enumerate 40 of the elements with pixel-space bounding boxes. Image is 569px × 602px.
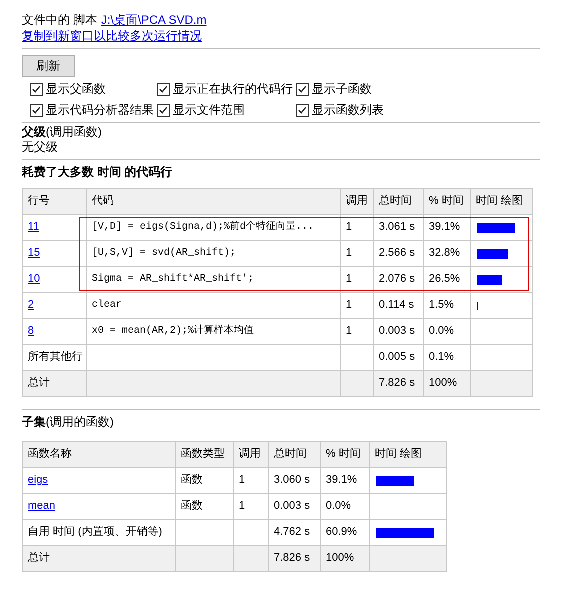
table-cell: 7.826 s xyxy=(374,370,424,396)
section-heading: 耗费了大多数 时间 的代码行 xyxy=(22,164,174,180)
option-checkbox[interactable]: 显示正在执行的代码行 xyxy=(157,81,296,97)
time-bar xyxy=(376,476,414,486)
total-label: 总计 xyxy=(22,546,176,572)
time-bar xyxy=(376,528,434,538)
time-bar xyxy=(477,274,502,284)
option-checkbox[interactable]: 显示子函数 xyxy=(296,81,446,97)
table-cell: 100% xyxy=(424,370,470,396)
option-checkbox[interactable]: 显示代码分析器结果 xyxy=(30,102,157,118)
option-checkbox[interactable]: 显示父函数 xyxy=(30,81,157,97)
time-bar xyxy=(477,248,508,258)
check-icon xyxy=(158,84,169,94)
option-checkbox[interactable]: 显示函数列表 xyxy=(296,102,446,118)
script-label: 文件中的 脚本 xyxy=(22,12,98,28)
checkbox[interactable] xyxy=(296,82,309,96)
parents-heading: 父级(调用函数) xyxy=(22,125,102,139)
total-label: 总计 xyxy=(22,370,86,396)
time-bar xyxy=(477,222,515,232)
file-link[interactable]: J:\桌面\PCA SVD.m xyxy=(101,12,207,28)
check-icon xyxy=(297,104,308,116)
refresh-button[interactable]: 刷新 xyxy=(22,55,75,77)
check-icon xyxy=(158,104,169,116)
no-parents-text: 无父级 xyxy=(22,140,59,155)
column-header: 行号 xyxy=(22,188,86,214)
option-checkbox[interactable]: 显示文件范围 xyxy=(157,102,296,118)
checkbox[interactable] xyxy=(30,104,43,116)
children-heading: 子集(调用的函数) xyxy=(22,415,114,429)
checkbox[interactable] xyxy=(157,82,170,96)
copy-link[interactable]: 复制到新窗口以比较多次运行情况 xyxy=(22,29,202,43)
check-icon xyxy=(31,84,42,94)
checkbox[interactable] xyxy=(30,82,43,96)
table-cell: 100% xyxy=(320,546,370,572)
checkbox[interactable] xyxy=(157,104,170,116)
check-icon xyxy=(31,104,42,116)
column-header: 代码 xyxy=(86,188,340,214)
column-header: 函数名称 xyxy=(22,442,176,468)
check-icon xyxy=(297,84,308,94)
table-cell: 7.826 s xyxy=(268,546,320,572)
checkbox[interactable] xyxy=(296,104,309,116)
